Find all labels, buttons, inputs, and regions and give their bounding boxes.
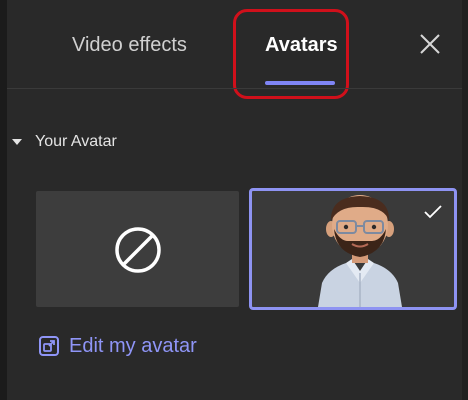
open-external-icon: [39, 336, 59, 356]
your-avatar-section-toggle[interactable]: Your Avatar: [12, 130, 117, 154]
no-avatar-option[interactable]: [36, 191, 239, 307]
section-title: Your Avatar: [35, 133, 117, 150]
avatars-panel: Video effects Avatars Your Avatar Edit m…: [0, 0, 468, 400]
active-tab-indicator: [265, 81, 335, 85]
close-button[interactable]: [417, 31, 443, 57]
tab-video-effects[interactable]: Video effects: [72, 30, 187, 60]
panel-left-edge: [0, 0, 7, 400]
my-avatar-option[interactable]: [249, 188, 457, 310]
tab-avatars[interactable]: Avatars: [265, 30, 338, 60]
close-icon: [420, 34, 440, 54]
edit-link-label: Edit my avatar: [69, 335, 197, 357]
header-divider: [7, 88, 462, 89]
panel-right-edge: [462, 0, 468, 400]
no-avatar-icon: [115, 227, 161, 273]
caret-down-icon: [12, 137, 22, 147]
avatar-image: [318, 195, 402, 307]
edit-my-avatar-link[interactable]: Edit my avatar: [38, 333, 197, 359]
selected-check-icon: [424, 205, 442, 219]
